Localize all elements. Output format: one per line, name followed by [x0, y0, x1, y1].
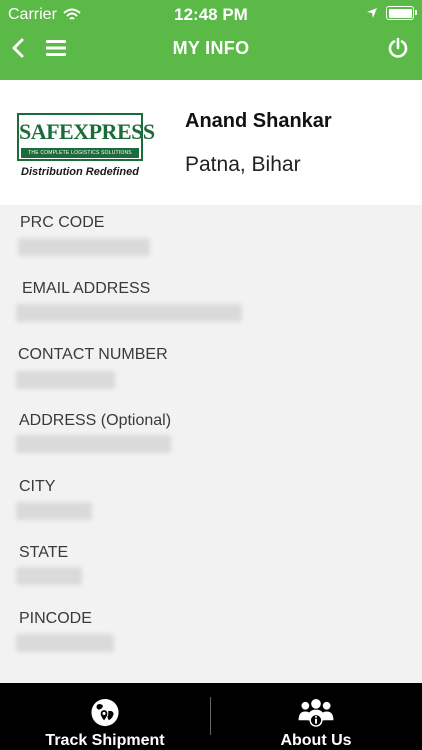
user-name: Anand Shankar	[185, 110, 332, 132]
field-city: CITY	[0, 469, 422, 535]
field-label: PINCODE	[19, 610, 92, 627]
logout-button[interactable]	[386, 36, 410, 60]
tab-track-shipment[interactable]: Track Shipment	[30, 683, 180, 750]
logo-box: SAFEXPRESS THE COMPLETE LOGISTICS SOLUTI…	[17, 113, 155, 161]
field-pincode: PINCODE	[0, 601, 422, 667]
logo-strip: THE COMPLETE LOGISTICS SOLUTIONS	[21, 148, 139, 158]
field-email: EMAIL ADDRESS	[0, 271, 422, 337]
field-label: ADDRESS (Optional)	[19, 412, 172, 429]
status-right	[366, 6, 417, 20]
field-value	[16, 435, 171, 453]
field-label: STATE	[19, 544, 69, 561]
profile-header: SAFEXPRESS THE COMPLETE LOGISTICS SOLUTI…	[0, 80, 422, 205]
status-bar: Carrier 12:48 PM	[0, 0, 422, 30]
globe-location-icon	[91, 698, 119, 727]
field-value	[16, 502, 92, 520]
status-time: 12:48 PM	[174, 5, 248, 24]
tab-about-us[interactable]: About Us	[241, 683, 391, 750]
field-label: EMAIL ADDRESS	[22, 280, 151, 297]
field-label: PRC CODE	[20, 214, 105, 231]
field-state: STATE	[0, 535, 422, 601]
field-prc-code: PRC CODE	[0, 205, 422, 271]
logo-wordmark: SAFEXPRESS	[19, 119, 155, 144]
field-value	[16, 304, 242, 322]
tab-divider	[210, 697, 211, 735]
field-value	[16, 371, 115, 389]
page-title: MY INFO	[172, 38, 250, 58]
field-address: ADDRESS (Optional)	[0, 403, 422, 469]
tab-bar: Track Shipment About Us	[0, 683, 422, 750]
nav-bar: MY INFO	[0, 30, 422, 80]
company-logo: SAFEXPRESS THE COMPLETE LOGISTICS SOLUTI…	[15, 113, 155, 183]
group-info-icon	[298, 698, 334, 727]
field-value	[16, 567, 82, 585]
field-label: CONTACT NUMBER	[18, 346, 168, 363]
user-location: Patna, Bihar	[185, 153, 301, 176]
field-contact-number: CONTACT NUMBER	[0, 337, 422, 403]
field-label: CITY	[19, 478, 56, 495]
location-arrow-icon	[367, 8, 377, 18]
power-icon	[388, 37, 408, 58]
battery-icon	[386, 6, 417, 20]
logo-tagline: Distribution Redefined	[21, 166, 139, 178]
field-value	[18, 238, 150, 256]
tab-label: About Us	[280, 732, 352, 749]
field-value	[16, 634, 114, 652]
tab-label: Track Shipment	[45, 732, 165, 749]
